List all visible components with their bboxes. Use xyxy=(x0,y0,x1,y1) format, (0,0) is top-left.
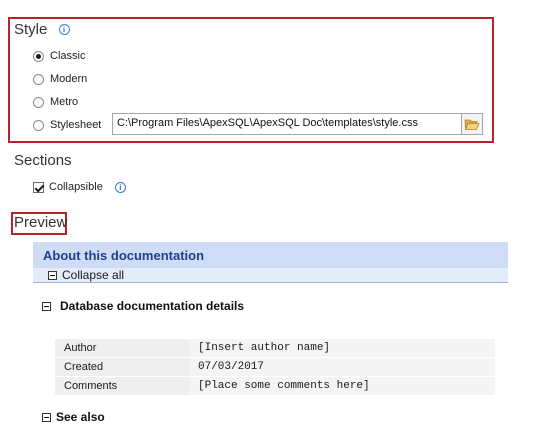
collapsible-checkbox[interactable] xyxy=(33,181,44,193)
preview-heading: Preview xyxy=(14,214,68,231)
preview-doc-title: About this documentation xyxy=(33,242,508,268)
details-table: Author [Insert author name] Created 07/0… xyxy=(55,339,495,396)
radio-stylesheet[interactable]: Stylesheet xyxy=(33,119,101,131)
collapse-icon[interactable] xyxy=(48,270,57,280)
details-value: [Place some comments here] xyxy=(189,376,495,396)
details-key: Created xyxy=(55,357,189,377)
info-icon[interactable]: i xyxy=(58,24,70,35)
collapse-all-label[interactable]: Collapse all xyxy=(62,268,124,282)
table-row: Created 07/03/2017 xyxy=(55,357,495,377)
collapse-all-bar[interactable]: Collapse all xyxy=(33,268,508,283)
radio-modern-label: Modern xyxy=(50,73,88,85)
details-value: [Insert author name] xyxy=(189,339,495,358)
radio-metro-indicator[interactable] xyxy=(33,96,44,108)
collapse-icon[interactable] xyxy=(42,301,51,311)
details-key: Comments xyxy=(55,376,189,396)
radio-stylesheet-label: Stylesheet xyxy=(50,119,102,131)
see-also-label: See also xyxy=(56,410,105,424)
see-also-heading[interactable]: See also xyxy=(42,410,105,424)
details-section-heading[interactable]: Database documentation details xyxy=(42,299,244,313)
details-value: 07/03/2017 xyxy=(189,357,495,377)
table-row: Author [Insert author name] xyxy=(55,339,495,358)
style-heading: Style i xyxy=(14,21,70,38)
details-heading-label: Database documentation details xyxy=(60,299,245,313)
collapsible-label: Collapsible xyxy=(49,181,103,193)
details-key: Author xyxy=(55,339,189,358)
radio-modern[interactable]: Modern xyxy=(33,73,87,85)
browse-stylesheet-button[interactable] xyxy=(461,113,483,135)
folder-open-icon xyxy=(464,119,480,130)
collapsible-option[interactable]: Collapsible i xyxy=(33,181,126,193)
style-heading-label: Style xyxy=(14,21,48,38)
radio-classic[interactable]: Classic xyxy=(33,50,85,62)
radio-stylesheet-indicator[interactable] xyxy=(33,119,44,131)
table-row: Comments [Place some comments here] xyxy=(55,376,495,396)
sections-heading: Sections xyxy=(14,152,72,169)
radio-metro-label: Metro xyxy=(50,96,79,108)
stylesheet-path-field[interactable]: C:\Program Files\ApexSQL\ApexSQL Doc\tem… xyxy=(112,113,462,135)
radio-modern-indicator[interactable] xyxy=(33,73,44,85)
collapse-icon[interactable] xyxy=(42,412,51,422)
radio-classic-indicator[interactable] xyxy=(33,50,44,62)
info-icon[interactable]: i xyxy=(114,181,126,193)
radio-metro[interactable]: Metro xyxy=(33,96,78,108)
radio-classic-label: Classic xyxy=(50,50,86,62)
